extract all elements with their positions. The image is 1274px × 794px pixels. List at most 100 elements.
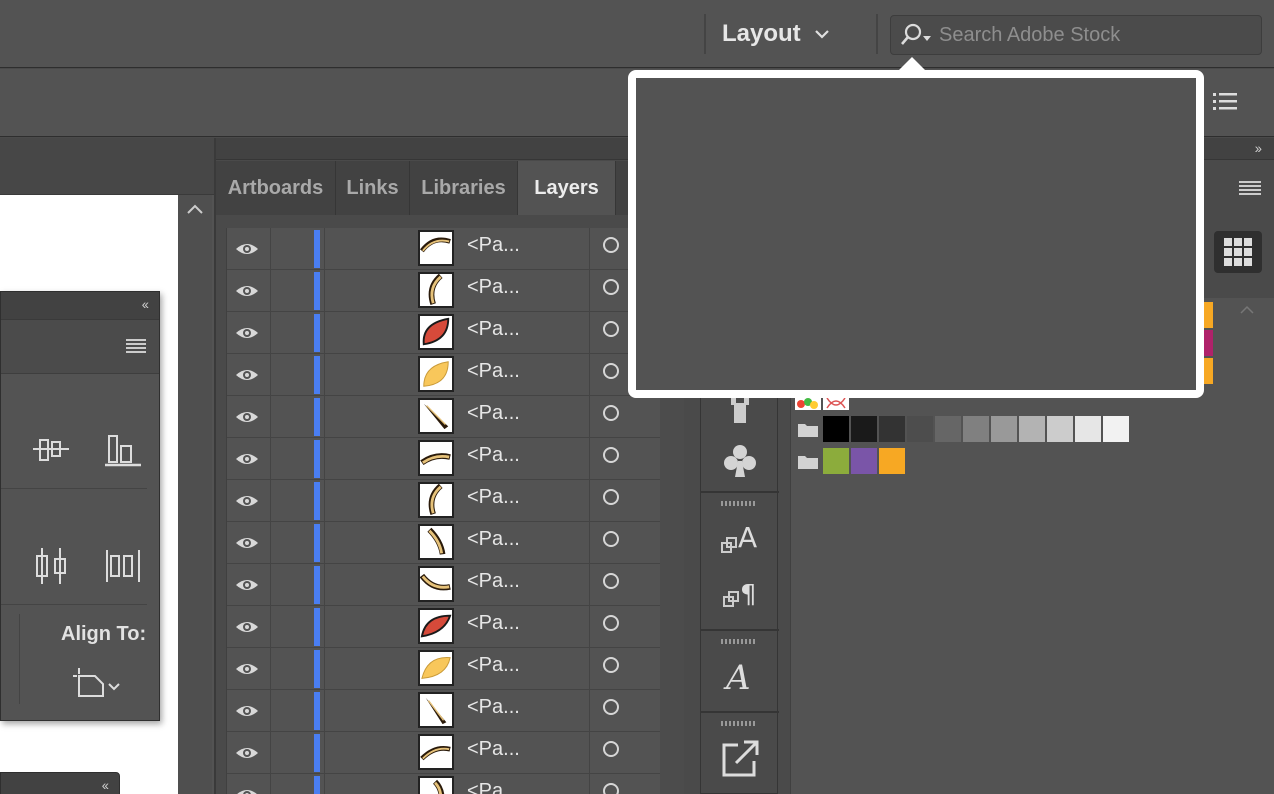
vertical-align-center-icon[interactable] <box>31 432 71 468</box>
pattern-swatch-icon[interactable] <box>795 396 849 410</box>
target-circle-icon[interactable] <box>603 741 619 757</box>
color-swatch[interactable] <box>1075 416 1101 442</box>
tab-artboards[interactable]: Artboards <box>216 161 336 215</box>
horizontal-distribute-space-icon[interactable] <box>105 546 141 586</box>
swatch-group-folder-icon[interactable] <box>797 454 819 470</box>
visibility-eye-icon[interactable] <box>234 572 260 598</box>
color-swatch[interactable] <box>1019 416 1045 442</box>
layer-name[interactable]: <Pa... <box>467 486 520 509</box>
target-circle-icon[interactable] <box>603 237 619 253</box>
chevron-up-icon[interactable] <box>1239 304 1255 316</box>
visibility-eye-icon[interactable] <box>234 362 260 388</box>
layer-row[interactable]: <Pa... <box>227 270 660 312</box>
color-swatch[interactable] <box>879 448 905 474</box>
layer-name[interactable]: <Pa... <box>467 654 520 677</box>
color-swatch[interactable] <box>1047 416 1073 442</box>
color-swatch[interactable] <box>963 416 989 442</box>
swatch-group-folder-icon[interactable] <box>797 422 819 438</box>
target-circle-icon[interactable] <box>603 489 619 505</box>
visibility-eye-icon[interactable] <box>234 614 260 640</box>
layer-row[interactable]: <Pa... <box>227 438 660 480</box>
paragraph-styles-icon[interactable]: ¶ <box>720 577 762 617</box>
target-circle-icon[interactable] <box>603 783 619 794</box>
visibility-eye-icon[interactable] <box>234 320 260 346</box>
layer-row[interactable]: <Pa... <box>227 312 660 354</box>
visibility-eye-icon[interactable] <box>234 656 260 682</box>
layer-name[interactable]: <Pa... <box>467 318 520 341</box>
expand-dock-icon[interactable]: ›› <box>1255 140 1262 156</box>
character-styles-icon[interactable]: A <box>720 521 762 561</box>
tab-libraries[interactable]: Libraries <box>410 161 518 215</box>
color-swatch[interactable] <box>991 416 1017 442</box>
target-circle-icon[interactable] <box>603 657 619 673</box>
panel-group-grip[interactable] <box>721 501 757 506</box>
vertical-align-bottom-icon[interactable] <box>103 432 143 468</box>
layer-name[interactable]: <Pa... <box>467 780 520 794</box>
layer-row[interactable]: <Pa... <box>227 480 660 522</box>
layer-name[interactable]: <Pa... <box>467 402 520 425</box>
target-circle-icon[interactable] <box>603 279 619 295</box>
visibility-eye-icon[interactable] <box>234 278 260 304</box>
adobe-stock-search[interactable] <box>890 15 1262 55</box>
color-swatch[interactable] <box>1103 416 1129 442</box>
target-circle-icon[interactable] <box>603 573 619 589</box>
align-to-dropdown[interactable] <box>73 666 125 703</box>
layer-row[interactable]: <Pa... <box>227 774 660 794</box>
layer-name[interactable]: <Pa... <box>467 360 520 383</box>
layer-name[interactable]: <Pa... <box>467 234 520 257</box>
layer-name[interactable]: <Pa... <box>467 570 520 593</box>
target-circle-icon[interactable] <box>603 699 619 715</box>
search-input[interactable] <box>939 23 1239 47</box>
symbol-sprayer-icon[interactable] <box>720 395 760 427</box>
panel-menu-icon[interactable] <box>1238 180 1262 198</box>
panel-titlebar[interactable]: ‹‹ <box>1 292 159 320</box>
layer-row[interactable]: <Pa... <box>227 690 660 732</box>
search-icon[interactable] <box>891 16 939 54</box>
layer-row[interactable]: <Pa... <box>227 228 660 270</box>
visibility-eye-icon[interactable] <box>234 782 260 794</box>
layer-name[interactable]: <Pa... <box>467 528 520 551</box>
layer-row[interactable]: <Pa... <box>227 648 660 690</box>
color-swatch[interactable] <box>879 416 905 442</box>
color-swatch[interactable] <box>823 448 849 474</box>
visibility-eye-icon[interactable] <box>234 404 260 430</box>
glyphs-icon[interactable]: A <box>720 657 762 697</box>
collapsed-panel[interactable]: ‹‹ <box>0 772 120 794</box>
horizontal-distribute-center-icon[interactable] <box>33 546 69 586</box>
panel-menu-icon[interactable] <box>125 338 147 354</box>
workspace-switcher[interactable]: Layout <box>722 16 831 52</box>
chevron-up-icon[interactable] <box>185 203 205 217</box>
tab-links[interactable]: Links <box>336 161 410 215</box>
color-swatch[interactable] <box>851 448 877 474</box>
layers-list[interactable]: <Pa... <Pa... <Pa... <Pa... <Pa... <Pa... <Pa.… <box>226 228 660 794</box>
layer-name[interactable]: <Pa... <box>467 612 520 635</box>
layer-row[interactable]: <Pa... <box>227 564 660 606</box>
layer-name[interactable]: <Pa... <box>467 738 520 761</box>
color-swatch[interactable] <box>823 416 849 442</box>
collapse-panel-icon[interactable]: ‹‹ <box>142 296 149 312</box>
target-circle-icon[interactable] <box>603 405 619 421</box>
list-icon[interactable] <box>1212 90 1238 119</box>
color-swatch[interactable] <box>935 416 961 442</box>
tab-layers[interactable]: Layers <box>518 161 616 215</box>
color-swatch[interactable] <box>907 416 933 442</box>
layer-name[interactable]: <Pa... <box>467 696 520 719</box>
collapse-panel-icon[interactable]: ‹‹ <box>102 777 109 793</box>
visibility-eye-icon[interactable] <box>234 488 260 514</box>
visibility-eye-icon[interactable] <box>234 446 260 472</box>
target-circle-icon[interactable] <box>603 447 619 463</box>
target-circle-icon[interactable] <box>603 321 619 337</box>
layer-row[interactable]: <Pa... <box>227 396 660 438</box>
canvas-vertical-scrollbar[interactable] <box>178 195 212 794</box>
visibility-eye-icon[interactable] <box>234 698 260 724</box>
layer-row[interactable]: <Pa... <box>227 354 660 396</box>
target-circle-icon[interactable] <box>603 615 619 631</box>
layer-row[interactable]: <Pa... <box>227 522 660 564</box>
grid-view-button[interactable] <box>1214 231 1262 273</box>
visibility-eye-icon[interactable] <box>234 740 260 766</box>
layer-name[interactable]: <Pa... <box>467 444 520 467</box>
visibility-eye-icon[interactable] <box>234 530 260 556</box>
panel-group-grip[interactable] <box>721 721 757 726</box>
layer-row[interactable]: <Pa... <box>227 606 660 648</box>
layer-name[interactable]: <Pa... <box>467 276 520 299</box>
